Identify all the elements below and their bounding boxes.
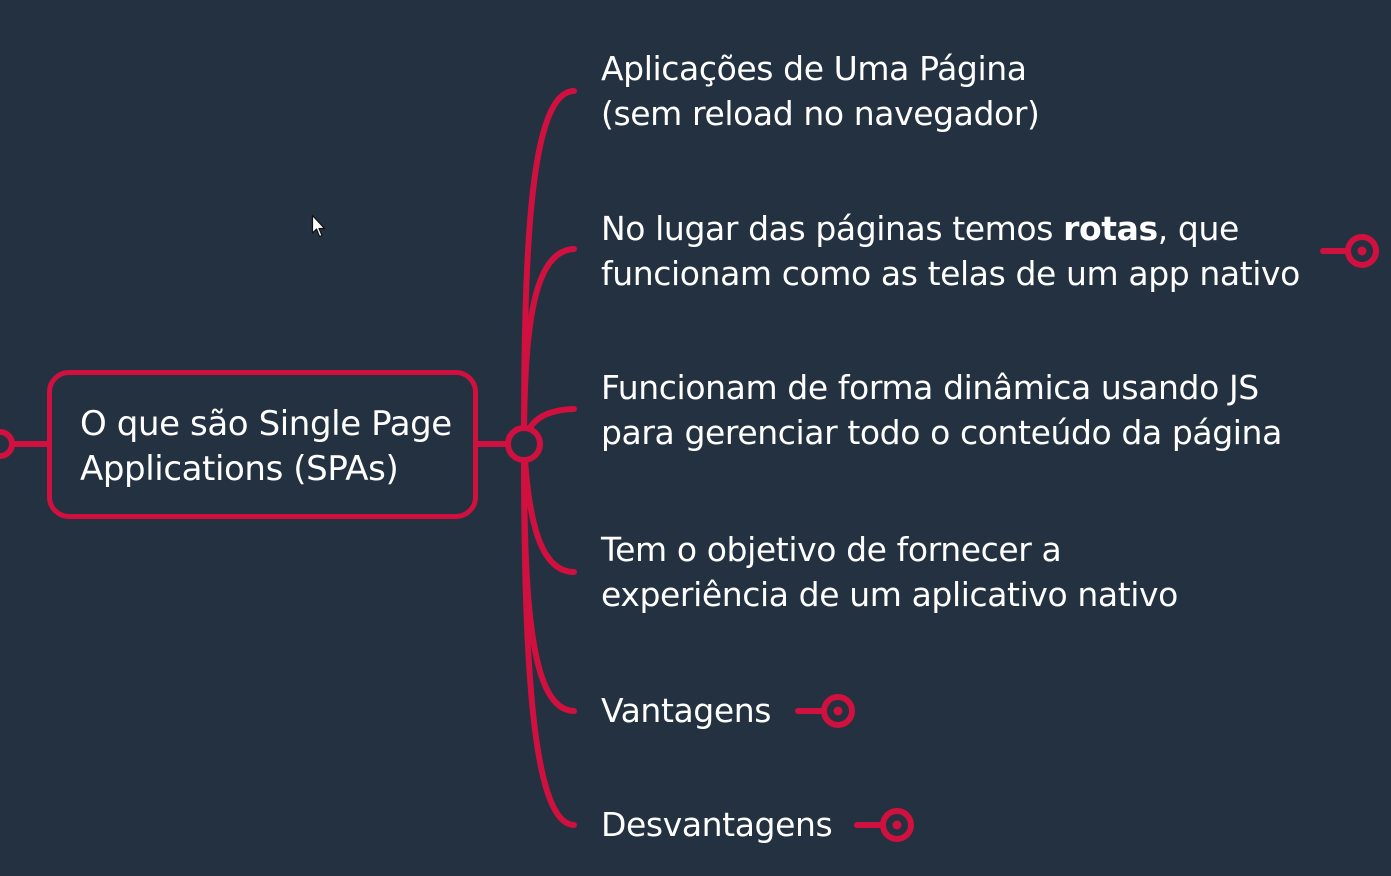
branch-text-line: Aplicações de Uma Página <box>601 49 1027 88</box>
branch-text-line: funcionam como as telas de um app nativo <box>601 254 1300 293</box>
central-topic-line1: O que são Single Page <box>80 404 452 444</box>
branch-node-rotas[interactable]: No lugar das páginas temos rotas, que fu… <box>601 206 1300 296</box>
parent-node <box>0 429 15 459</box>
hub-node <box>505 425 543 463</box>
branch-text-line: Vantagens <box>601 691 772 730</box>
branch-node-objetivo[interactable]: Tem o objetivo de fornecer a experiência… <box>601 527 1178 617</box>
branch-text-segment: No lugar das páginas temos <box>601 209 1064 248</box>
branch-text-line: Tem o objetivo de fornecer a <box>601 530 1062 569</box>
branch-text-line: Funcionam de forma dinâmica usando JS <box>601 368 1259 407</box>
branch-text-line: No lugar das páginas temos rotas, que <box>601 206 1300 251</box>
branch-connector-4 <box>521 441 577 575</box>
mind-map-canvas: O que são Single Page Applications (SPAs… <box>0 0 1391 876</box>
branch-node-vantagens[interactable]: Vantagens <box>601 688 771 733</box>
branch-node-desvantagens[interactable]: Desvantagens <box>601 802 833 847</box>
expand-branch-icon-desvantagens[interactable] <box>854 808 914 842</box>
branch-text-line: (sem reload no navegador) <box>601 94 1040 133</box>
central-topic-line2: Applications (SPAs) <box>80 449 399 489</box>
central-topic-node[interactable]: O que são Single Page Applications (SPAs… <box>47 370 478 519</box>
branch-text-segment: , que <box>1157 209 1240 248</box>
expand-branch-icon-vantagens[interactable] <box>795 694 855 728</box>
expand-branch-icon-rotas[interactable] <box>1320 234 1379 268</box>
branch-node-dinamica[interactable]: Funcionam de forma dinâmica usando JS pa… <box>601 365 1282 455</box>
branch-text-line: experiência de um aplicativo nativo <box>601 575 1178 614</box>
branch-node-aplicacoes[interactable]: Aplicações de Uma Página (sem reload no … <box>601 46 1040 136</box>
branch-text-bold: rotas <box>1063 209 1158 248</box>
mouse-pointer-icon <box>311 214 326 238</box>
branch-text-line: Desvantagens <box>601 805 833 844</box>
branch-text-line: para gerenciar todo o conteúdo da página <box>601 413 1282 452</box>
